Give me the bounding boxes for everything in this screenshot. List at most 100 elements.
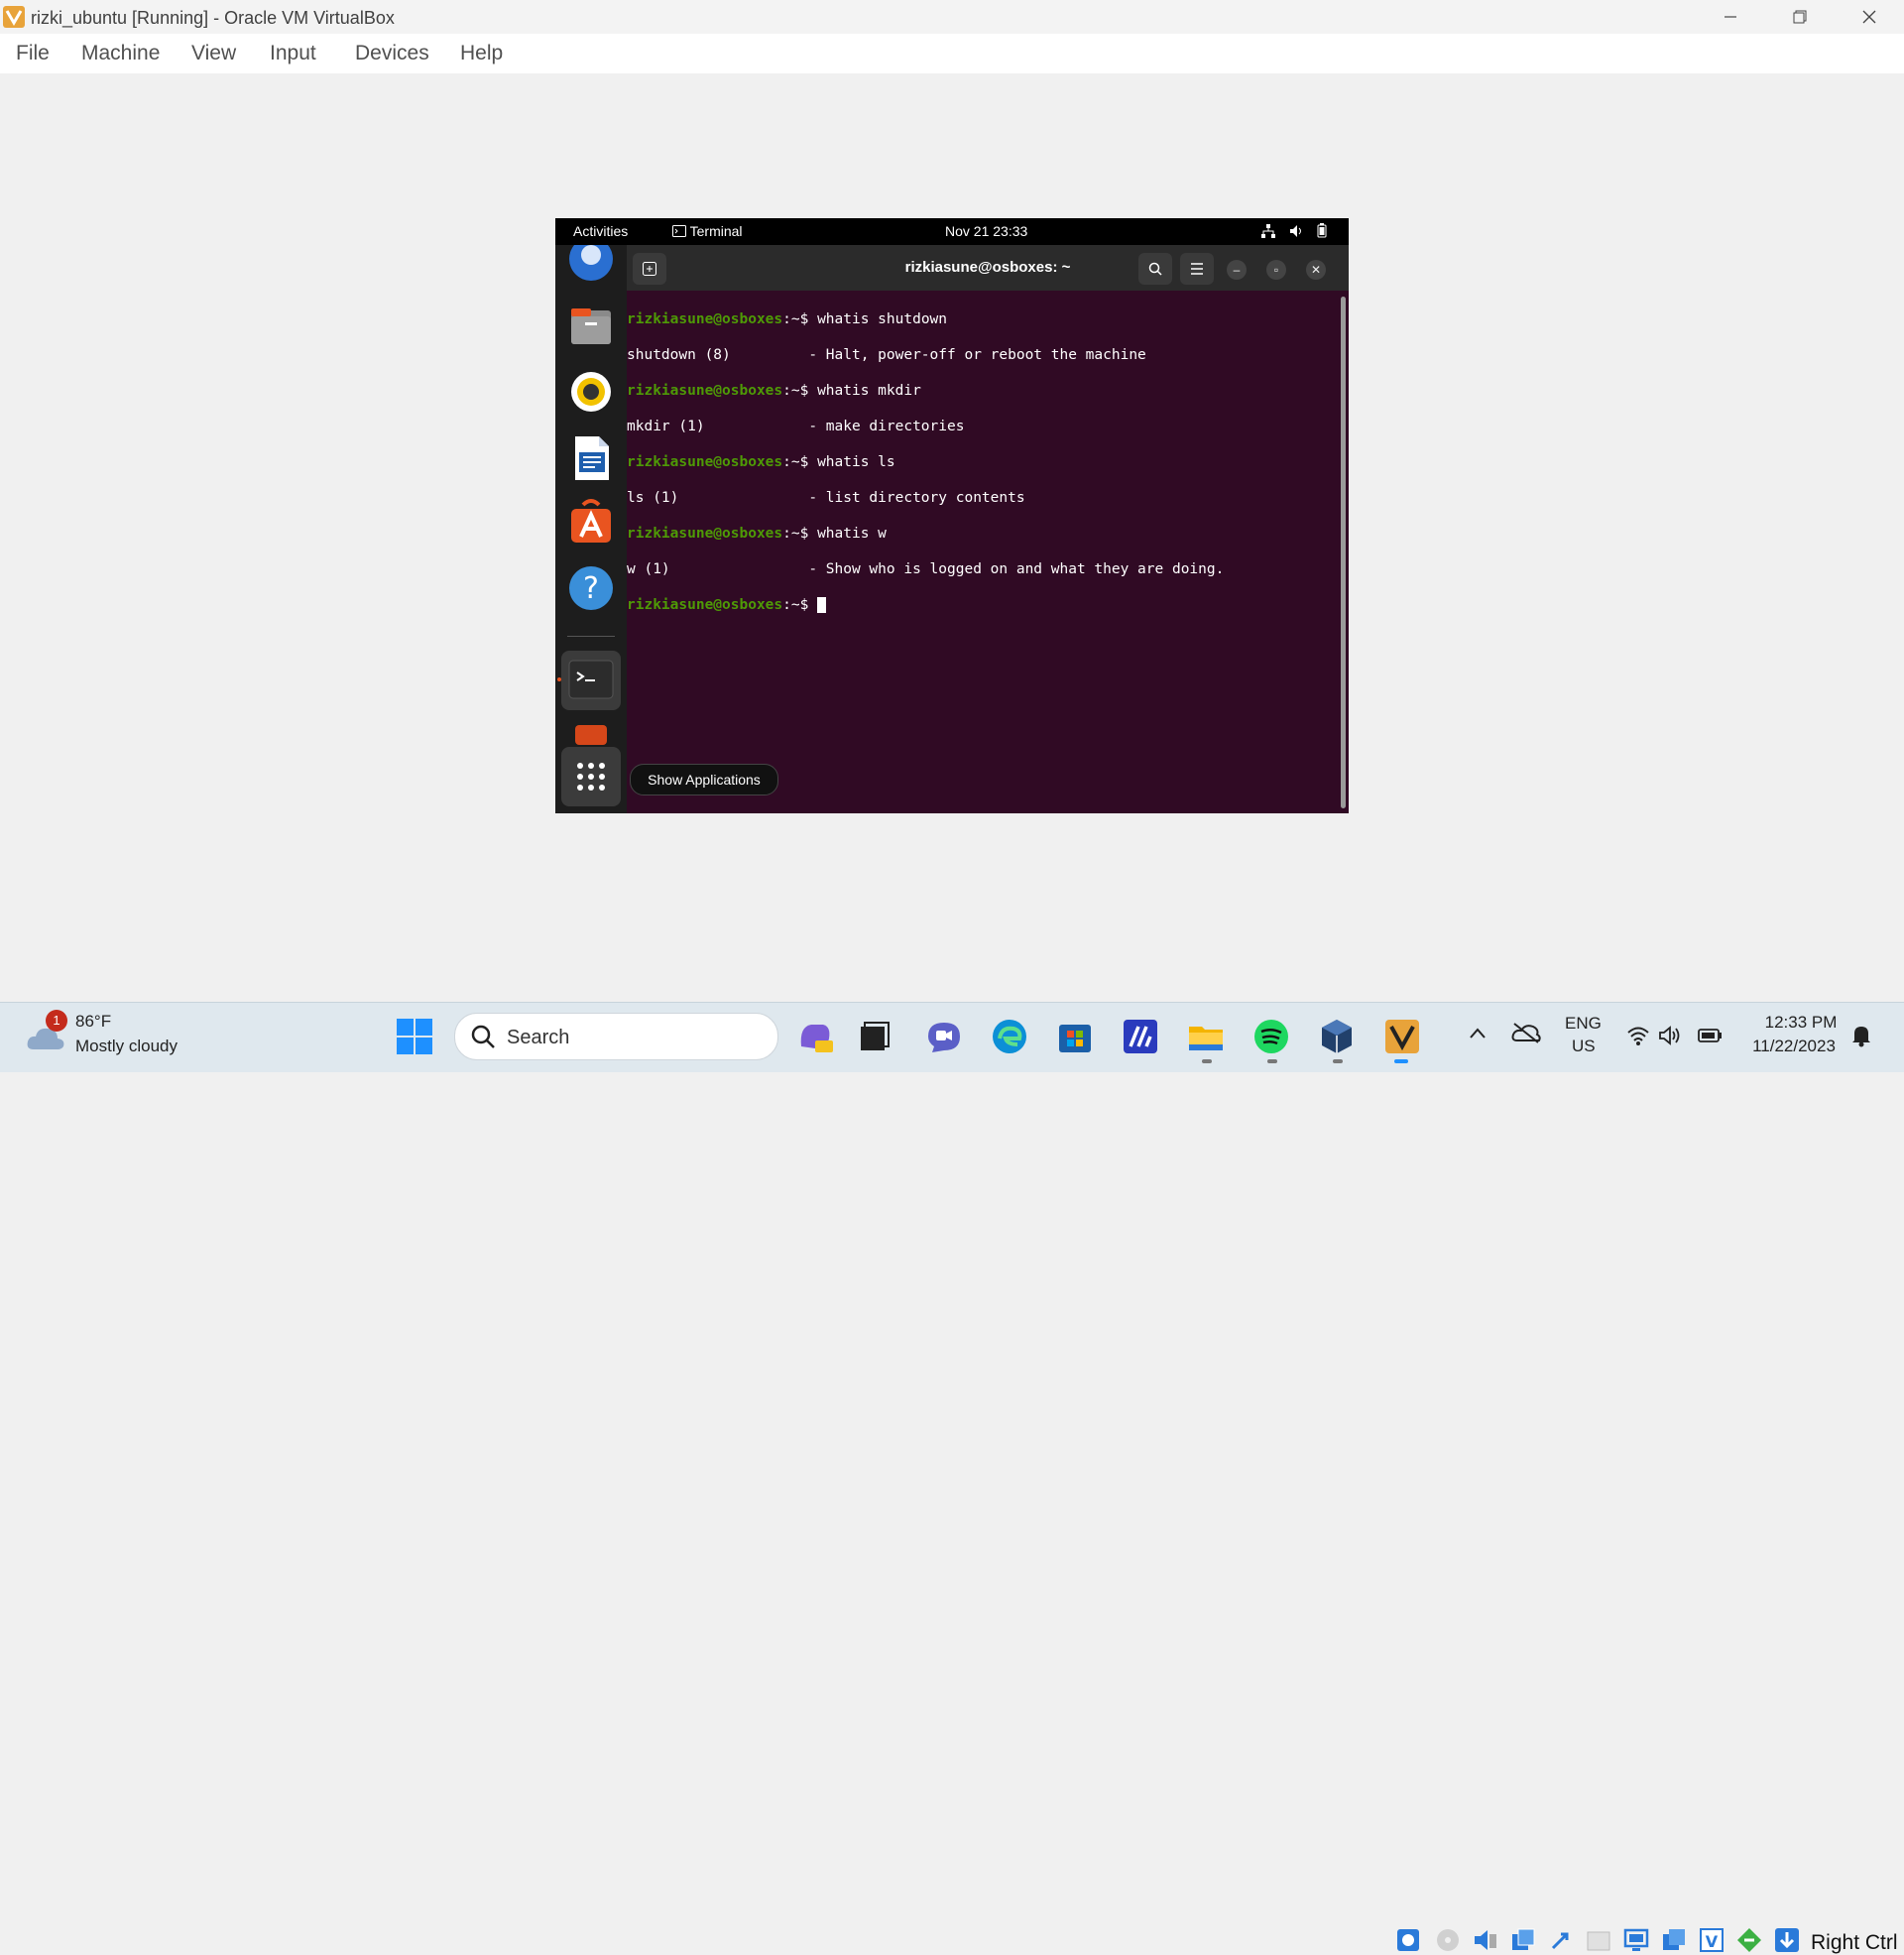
virtualbox-taskbar-icon[interactable] xyxy=(1317,1017,1357,1056)
svg-text:V: V xyxy=(1706,1932,1719,1951)
visual-studio-code-icon[interactable] xyxy=(1121,1017,1160,1056)
prompt-path: :~ xyxy=(782,454,800,470)
language-indicator[interactable]: ENG xyxy=(1565,1014,1602,1034)
guest-screen[interactable]: Activities Terminal Nov 21 23:33 ? rizki… xyxy=(555,218,1349,813)
prompt-path: :~ xyxy=(782,311,800,327)
windows-start-icon[interactable] xyxy=(395,1017,434,1056)
recording-icon[interactable] xyxy=(1660,1926,1688,1954)
software-center-icon[interactable] xyxy=(567,499,615,547)
command-text: $ xyxy=(799,597,818,613)
minimize-icon xyxy=(1725,16,1736,18)
speaker-icon[interactable] xyxy=(1658,1026,1682,1045)
volume-icon[interactable] xyxy=(1289,224,1303,238)
mouse-integration-icon[interactable] xyxy=(1735,1926,1763,1954)
prompt-user-host: rizkiasune@osboxes xyxy=(627,526,783,542)
chevron-up-icon[interactable] xyxy=(1469,1026,1487,1039)
network-adapter-icon[interactable] xyxy=(1509,1926,1537,1954)
virtualbox-app-icon xyxy=(3,6,25,28)
dock-separator xyxy=(567,636,615,637)
microsoft-store-icon[interactable] xyxy=(1055,1017,1095,1056)
notification-bell-icon[interactable] xyxy=(1850,1024,1872,1047)
terminal-line: rizkiasune@osboxes:~$ whatis ls xyxy=(627,453,1224,471)
help-icon[interactable]: ? xyxy=(567,564,615,612)
running-app-indicator xyxy=(1267,1059,1277,1063)
menu-input[interactable]: Input xyxy=(270,42,316,65)
menu-help[interactable]: Help xyxy=(460,42,503,65)
taskbar-date[interactable]: 11/22/2023 xyxy=(1747,1037,1841,1056)
spotify-icon[interactable] xyxy=(1251,1017,1291,1056)
minimize-button[interactable] xyxy=(1696,0,1765,34)
hard-disk-icon[interactable] xyxy=(1394,1926,1422,1954)
battery-icon[interactable] xyxy=(1698,1028,1724,1043)
libreoffice-writer-icon[interactable] xyxy=(567,434,615,482)
wifi-icon[interactable] xyxy=(1626,1026,1650,1045)
terminal-output[interactable]: rizkiasune@osboxes:~$ whatis shutdown sh… xyxy=(627,293,1224,650)
menu-view[interactable]: View xyxy=(191,42,236,65)
search-icon xyxy=(471,1025,495,1048)
terminal-close-button[interactable]: ✕ xyxy=(1306,260,1326,280)
hamburger-icon xyxy=(1191,263,1203,275)
region-indicator[interactable]: US xyxy=(1572,1037,1596,1056)
output-text: shutdown (8) - Halt, power-off or reboot… xyxy=(627,347,1146,363)
battery-icon[interactable] xyxy=(1317,223,1327,238)
terminal-line: rizkiasune@osboxes:~$ whatis shutdown xyxy=(627,310,1224,328)
activities-button[interactable]: Activities xyxy=(573,223,628,239)
taskbar-search-box[interactable]: Search xyxy=(454,1013,778,1060)
download-arrow-icon[interactable] xyxy=(1773,1926,1801,1954)
window-titlebar: rizki_ubuntu [Running] - Oracle VM Virtu… xyxy=(0,0,1904,34)
menu-machine[interactable]: Machine xyxy=(81,42,160,65)
menu-devices[interactable]: Devices xyxy=(355,42,429,65)
show-applications-button[interactable] xyxy=(561,747,621,806)
virtualbox-vm-icon[interactable] xyxy=(1382,1017,1422,1056)
optical-drive-icon[interactable] xyxy=(1434,1926,1462,1954)
svg-text:?: ? xyxy=(583,571,599,606)
clock[interactable]: Nov 21 23:33 xyxy=(945,223,1027,239)
terminal-scrollbar[interactable] xyxy=(1341,297,1346,808)
command-text: $ whatis shutdown xyxy=(799,311,948,327)
terminal-search-button[interactable] xyxy=(1138,253,1172,285)
audio-icon[interactable] xyxy=(1472,1926,1499,1954)
thunderbird-icon[interactable] xyxy=(567,245,615,293)
app-grid-icon xyxy=(577,763,605,791)
weather-description[interactable]: Mostly cloudy xyxy=(75,1037,178,1056)
terminal-app-menu[interactable]: Terminal xyxy=(672,223,743,239)
taskbar-time[interactable]: 12:33 PM xyxy=(1761,1013,1841,1033)
prompt-path: :~ xyxy=(782,526,800,542)
display-icon[interactable] xyxy=(1622,1926,1650,1954)
virtualization-icon[interactable]: V xyxy=(1698,1926,1726,1954)
usb-icon[interactable] xyxy=(1547,1926,1575,1954)
dock-terminal-active[interactable] xyxy=(561,651,621,710)
restore-icon xyxy=(1793,10,1807,24)
onedrive-offline-icon[interactable] xyxy=(1511,1022,1541,1043)
file-explorer-icon[interactable] xyxy=(1186,1017,1226,1056)
terminal-window[interactable]: rizkiasune@osboxes: ~ – ▫ ✕ rizkiasune@o… xyxy=(627,245,1349,813)
close-button[interactable] xyxy=(1835,0,1904,34)
rhythmbox-icon[interactable] xyxy=(567,368,615,416)
terminal-minimize-button[interactable]: – xyxy=(1227,260,1247,280)
network-icon[interactable] xyxy=(1261,224,1275,238)
restore-button[interactable] xyxy=(1765,0,1835,34)
prompt-user-host: rizkiasune@osboxes xyxy=(627,454,783,470)
command-text: $ whatis ls xyxy=(799,454,895,470)
menu-file[interactable]: File xyxy=(16,42,50,65)
terminal-maximize-button[interactable]: ▫ xyxy=(1266,260,1286,280)
close-icon: ✕ xyxy=(1310,263,1322,277)
running-app-indicator xyxy=(1202,1059,1212,1063)
shared-folders-icon[interactable] xyxy=(1585,1926,1612,1954)
task-view-icon[interactable] xyxy=(855,1017,894,1056)
teams-chat-icon[interactable] xyxy=(924,1017,964,1056)
partial-app-icon[interactable] xyxy=(567,725,615,745)
show-applications-tooltip: Show Applications xyxy=(630,764,778,795)
terminal-menu-button[interactable] xyxy=(1180,253,1214,285)
weather-temperature[interactable]: 86°F xyxy=(75,1012,111,1032)
vm-status-bar: V Right Ctrl xyxy=(0,962,1904,1954)
close-icon xyxy=(1862,10,1876,24)
terminal-line: shutdown (8) - Halt, power-off or reboot… xyxy=(627,346,1224,364)
text-cursor xyxy=(817,597,827,613)
files-icon[interactable] xyxy=(567,303,615,350)
running-app-indicator xyxy=(1333,1059,1343,1063)
running-indicator xyxy=(557,677,561,681)
copilot-preview-icon[interactable] xyxy=(795,1017,835,1056)
command-text: $ whatis mkdir xyxy=(799,383,921,399)
edge-browser-icon[interactable] xyxy=(990,1017,1029,1056)
